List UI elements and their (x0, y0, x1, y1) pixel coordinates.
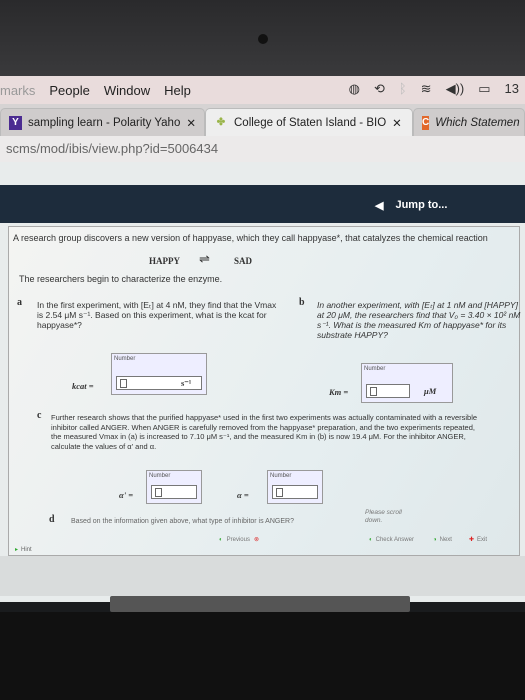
reactant: HAPPY (149, 256, 180, 266)
exit-icon: ✚ (469, 537, 475, 543)
page-footer-area (0, 556, 525, 596)
product: SAD (234, 256, 253, 266)
tab-yahoo[interactable]: Y sampling learn - Polarity Yaho ✕ (0, 108, 205, 136)
exit-button[interactable]: ✚ Exit (469, 535, 487, 545)
check-icon: ◐ (369, 537, 373, 543)
close-icon[interactable]: ✕ (186, 116, 196, 130)
kcat-number-box: Number (111, 353, 207, 395)
menu-help[interactable]: Help (164, 83, 191, 98)
part-d-text: Based on the information given above, wh… (71, 518, 294, 525)
chegg-icon: C (422, 115, 430, 130)
km-number-box: Number (361, 363, 453, 403)
previous-button[interactable]: ◐ Previous ⊗ (219, 535, 259, 545)
globe-icon[interactable]: ◍ (349, 81, 360, 97)
laptop-keyboard-area (0, 612, 525, 700)
csi-leaf-icon: ✤ (216, 117, 226, 128)
kcat-unit: s⁻¹ (181, 378, 192, 388)
arrow-right-icon: ◑ (433, 537, 437, 543)
caret-left-icon: ◀ (375, 199, 384, 212)
tab-label: sampling learn - Polarity Yaho (28, 116, 181, 129)
next-button[interactable]: ◑ Next (433, 535, 452, 545)
camera (258, 34, 268, 44)
kcat-label: kcat = (72, 381, 94, 391)
question-subtitle: The researchers begin to characterize th… (19, 274, 223, 284)
alpha-input[interactable] (272, 485, 318, 499)
part-b-text: In another experiment, with [Eₜ] at 1 nM… (317, 300, 521, 340)
time-machine-icon[interactable]: ⟲ (374, 81, 385, 97)
hint-label: Hint (21, 547, 32, 553)
box-label: Number (149, 473, 171, 479)
check-answer-button[interactable]: ◐ Check Answer (369, 535, 414, 545)
alpha-prime-label: α' = (119, 490, 134, 500)
box-label: Number (270, 473, 292, 479)
address-bar[interactable]: scms/mod/ibis/view.php?id=5006434 (0, 136, 525, 162)
question-intro: A research group discovers a new version… (13, 233, 488, 243)
check-label: Check Answer (375, 537, 414, 543)
part-c-label: c (37, 410, 42, 421)
equilibrium-arrow: ⇌ (199, 251, 210, 266)
question-panel: A research group discovers a new version… (8, 226, 520, 556)
alpha-prime-input[interactable] (151, 485, 197, 499)
part-c-text: Further research shows that the purified… (51, 413, 478, 451)
part-b-label: b (299, 297, 305, 308)
part-a-label: a (17, 297, 22, 308)
next-label: Next (439, 537, 452, 543)
hint-button[interactable]: ▸ Hint (15, 545, 32, 555)
alpha-number-box: Number (267, 470, 323, 504)
alpha-prime-number-box: Number (146, 470, 202, 504)
tab-label: College of Staten Island - BIO (234, 116, 387, 129)
wifi-icon[interactable]: ≋ (421, 81, 432, 97)
menu-window[interactable]: Window (104, 83, 150, 98)
scroll-note: Please scroll down. (365, 509, 402, 524)
tab-csi[interactable]: ✤ College of Staten Island - BIO ✕ (205, 108, 413, 136)
clock: 13 (504, 81, 519, 96)
stop-icon[interactable]: ⊗ (254, 535, 259, 545)
dock (110, 596, 410, 612)
volume-icon[interactable]: ◀)) (446, 81, 465, 97)
km-label: Km = (329, 387, 349, 397)
jump-label: Jump to... (395, 199, 448, 211)
arrow-left-icon: ◐ (219, 537, 223, 543)
bluetooth-icon[interactable]: ᛒ (399, 81, 407, 97)
menu-bookmarks[interactable]: marks (0, 83, 35, 98)
tab-bar: Y sampling learn - Polarity Yaho ✕ ✤ Col… (0, 104, 525, 136)
exit-label: Exit (477, 537, 488, 543)
tab-chegg[interactable]: C Which Statemen (413, 108, 525, 136)
play-icon: ▸ (15, 547, 19, 553)
km-input[interactable] (366, 384, 410, 398)
jump-to-button[interactable]: ◀ Jump to... (375, 194, 470, 216)
menu-bar: marks People Window Help ◍ ⟲ ᛒ ≋ ◀)) ▭ 1… (0, 76, 525, 104)
part-a-text: In the first experiment, with [Eₜ] at 4 … (37, 300, 277, 330)
menu-people[interactable]: People (49, 83, 89, 98)
close-icon[interactable]: ✕ (392, 116, 402, 130)
yahoo-icon: Y (9, 115, 22, 130)
airplay-icon[interactable]: ▭ (478, 81, 490, 97)
previous-label: Previous (226, 537, 250, 543)
box-label: Number (114, 356, 136, 362)
part-d-label: d (49, 514, 55, 525)
alpha-label: α = (237, 490, 249, 500)
tab-label: Which Statemen (435, 116, 520, 129)
km-unit: μM (424, 386, 437, 396)
box-label: Number (364, 366, 386, 372)
